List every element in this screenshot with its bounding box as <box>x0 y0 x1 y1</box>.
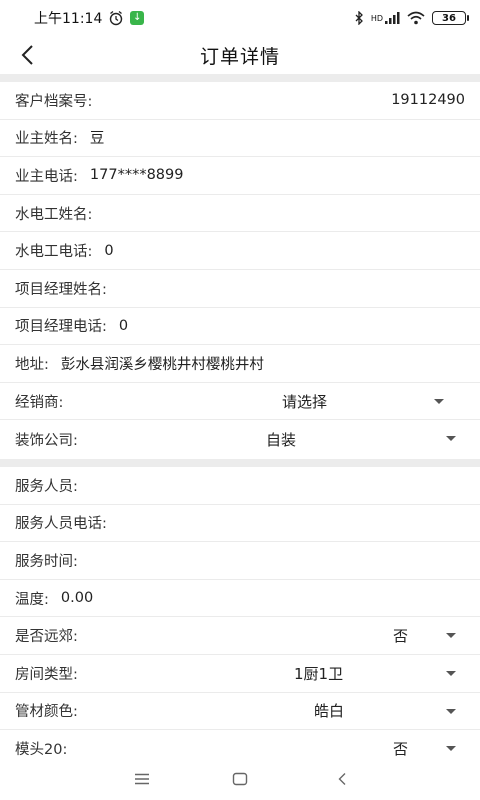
row-pm-name: 项目经理姓名: <box>0 270 480 308</box>
room-type-select[interactable]: 房间类型: 1厨1卫 <box>0 655 480 693</box>
room-type-value: 1厨1卫 <box>294 664 344 683</box>
service-staff-phone-label: 服务人员电话: <box>15 516 107 533</box>
chevron-down-icon <box>446 708 456 714</box>
pm-phone-value: 0 <box>118 317 129 334</box>
die-head-20-label: 模头20: <box>15 741 68 758</box>
back-nav-icon <box>338 773 346 785</box>
back-arrow-icon <box>21 45 33 65</box>
home-icon <box>232 772 248 786</box>
home-button[interactable] <box>230 770 250 788</box>
customer-file-no-label: 客户档案号: <box>15 93 93 110</box>
row-service-staff-phone: 服务人员电话: <box>0 505 480 543</box>
section-divider <box>0 74 480 82</box>
service-staff-label: 服务人员: <box>15 478 78 495</box>
chevron-down-icon <box>446 633 456 639</box>
row-plumber-name: 水电工姓名: <box>0 195 480 233</box>
status-right: HD 36 <box>354 11 469 25</box>
temperature-label: 温度: <box>15 591 49 608</box>
page-title: 订单详情 <box>199 45 280 68</box>
pipe-color-select[interactable]: 管材颜色: 皓白 <box>0 693 480 731</box>
dealer-select[interactable]: 经销商: 请选择 <box>0 383 480 421</box>
plumber-name-label: 水电工姓名: <box>15 206 93 223</box>
owner-name-value: 豆 <box>89 131 105 148</box>
status-bar: 上午11:14 ↓ HD 36 <box>0 0 480 36</box>
decor-company-label: 装饰公司: <box>15 432 78 449</box>
row-address: 地址: 彭水县润溪乡樱桃井村樱桃井村 <box>0 345 480 383</box>
address-label: 地址: <box>15 356 49 373</box>
row-owner-phone: 业主电话: 177****8899 <box>0 157 480 195</box>
dealer-label: 经销商: <box>15 394 64 411</box>
pm-phone-label: 项目经理电话: <box>15 319 107 336</box>
row-pm-phone: 项目经理电话: 0 <box>0 308 480 346</box>
row-temperature: 温度: 0.00 <box>0 580 480 618</box>
owner-name-label: 业主姓名: <box>15 131 78 148</box>
row-owner-name: 业主姓名: 豆 <box>0 120 480 158</box>
die-head-20-value: 否 <box>393 739 409 758</box>
suburb-value: 否 <box>393 627 409 646</box>
chevron-down-icon <box>446 746 456 752</box>
system-back-button[interactable] <box>332 770 352 788</box>
network-type: HD <box>370 13 383 23</box>
row-service-staff: 服务人员: <box>0 467 480 505</box>
owner-phone-label: 业主电话: <box>15 168 78 185</box>
back-button[interactable] <box>12 40 42 70</box>
service-section: 服务人员: 服务人员电话: 服务时间: 温度: 0.00 是否远郊: 否 房间类… <box>0 467 480 768</box>
menu-button[interactable] <box>132 770 152 788</box>
download-badge-icon: ↓ <box>130 11 145 25</box>
status-left: 上午11:14 ↓ <box>34 8 145 28</box>
status-time: 上午11:14 <box>34 11 103 27</box>
suburb-select[interactable]: 是否远郊: 否 <box>0 617 480 655</box>
section-divider <box>0 459 480 467</box>
row-plumber-phone: 水电工电话: 0 <box>0 232 480 270</box>
address-value: 彭水县润溪乡樱桃井村樱桃井村 <box>60 356 264 373</box>
header-bar: 订单详情 <box>0 36 480 74</box>
service-time-label: 服务时间: <box>15 553 78 570</box>
pm-name-label: 项目经理姓名: <box>15 281 107 298</box>
owner-phone-value: 177****8899 <box>89 167 184 184</box>
battery-level: 36 <box>442 12 456 24</box>
alarm-icon <box>110 10 123 26</box>
wifi-icon <box>407 11 425 25</box>
plumber-phone-value: 0 <box>104 242 114 259</box>
row-customer-file-no: 客户档案号: 19112490 <box>0 82 480 120</box>
temperature-value: 0.00 <box>60 590 94 607</box>
signal-icon <box>385 12 400 24</box>
battery-icon: 36 <box>432 11 469 25</box>
pipe-color-label: 管材颜色: <box>15 704 78 721</box>
room-type-label: 房间类型: <box>15 666 78 683</box>
dealer-value: 请选择 <box>282 392 328 411</box>
customer-file-no-value: 19112490 <box>391 92 465 109</box>
system-nav-bar <box>0 758 480 800</box>
chevron-down-icon <box>446 436 456 442</box>
decor-company-select[interactable]: 装饰公司: 自装 <box>0 420 480 458</box>
plumber-phone-label: 水电工电话: <box>15 244 93 261</box>
info-section: 客户档案号: 19112490 业主姓名: 豆 业主电话: 177****889… <box>0 82 480 458</box>
menu-icon <box>135 773 149 785</box>
chevron-down-icon <box>434 398 444 404</box>
pipe-color-value: 皓白 <box>314 702 345 721</box>
suburb-label: 是否远郊: <box>15 629 78 646</box>
row-service-time: 服务时间: <box>0 542 480 580</box>
bluetooth-icon <box>355 11 363 25</box>
chevron-down-icon <box>446 670 456 676</box>
decor-company-value: 自装 <box>266 430 297 449</box>
